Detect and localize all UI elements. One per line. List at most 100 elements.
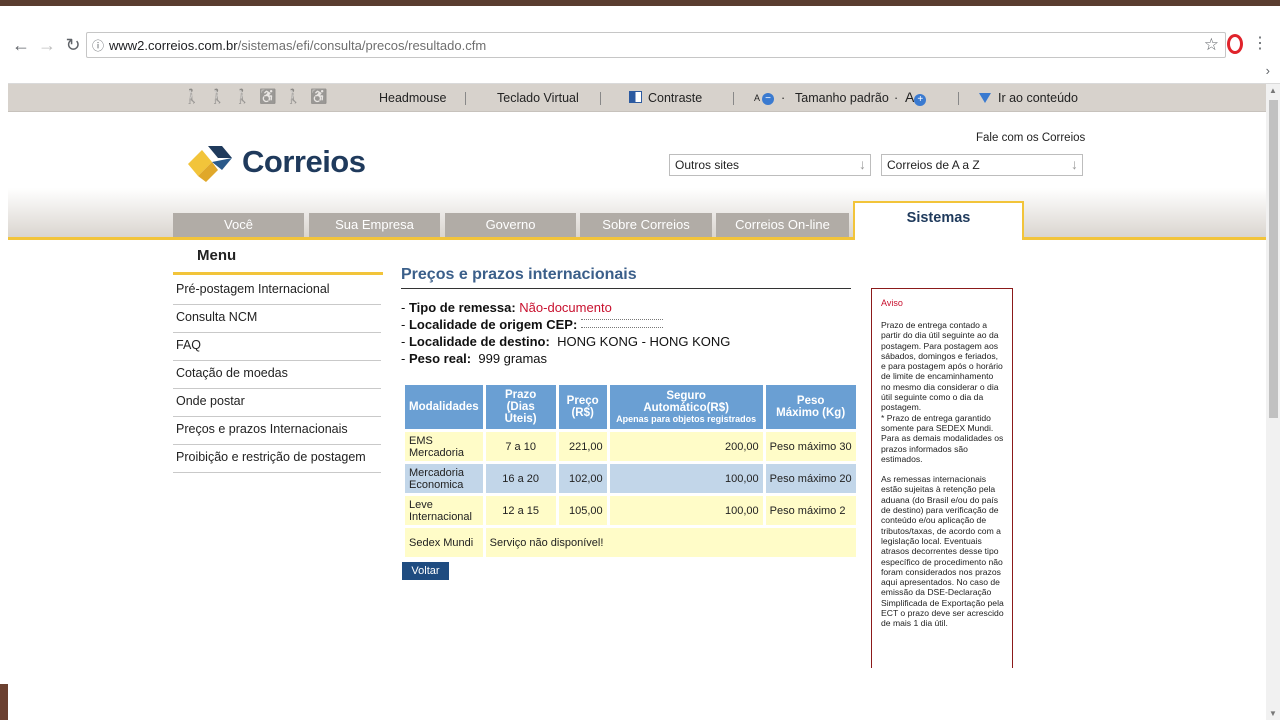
default-size-link[interactable]: Tamanho padrão [795,91,889,105]
family-icon: 🚶 [233,88,252,104]
table-row: Leve Internacional 12 a 15 105,00 100,00 … [405,496,856,525]
cell-peso: Peso máximo 30 [765,432,856,461]
wheelchair-icon: ♿ [259,88,277,104]
voltar-button[interactable]: Voltar [402,562,449,580]
arrow-down-icon [979,93,991,103]
forward-icon[interactable]: → [34,32,60,58]
ir-ao-conteudo-link[interactable]: Ir ao conteúdo [979,91,1078,105]
divider [600,92,601,105]
cell-modalidade: Mercadoria Economica [405,464,483,493]
cell-preco: 221,00 [558,432,607,461]
aviso-paragraph: As remessas internacionais estão sujeita… [881,474,1004,629]
dot-separator: · [894,91,899,105]
cell-preco: 105,00 [558,496,607,525]
cell-preco: 102,00 [558,464,607,493]
tipo-remessa-line: - Tipo de remessa: Não-documento [401,300,612,315]
col-seguro: Seguro Automático(R$) Apenas para objetos … [609,385,763,429]
cell-prazo: 16 a 20 [485,464,556,493]
cell-modalidade: Leve Internacional [405,496,483,525]
contrast-icon [629,91,642,103]
menu-underline [173,272,383,275]
aviso-text: Prazo de entrega contado a partir do dia… [881,320,1004,629]
chevron-down-icon: ↓ [859,156,866,172]
tab-sistemas[interactable]: Sistemas [853,201,1024,240]
cep-redacted [581,319,664,328]
url-text[interactable]: www2.correios.com.br/sistemas/efi/consul… [109,38,486,53]
tab-sua-empresa[interactable]: Sua Empresa [309,213,440,237]
divider [733,92,734,105]
info-icon[interactable]: ⓘ [87,37,109,54]
chevron-down-icon: ↓ [1071,156,1078,172]
menu-item-faq[interactable]: FAQ [173,333,381,361]
web-page: 🚶 🚶 🚶 ♿ 🚶 ♿ Headmouse Teclado Virtual Contras… [8,84,1266,720]
tab-strip [8,6,1280,30]
contraste-link[interactable]: Contraste [629,91,702,105]
table-header-row: Modalidades Prazo (Dias Úteis) Preço (R$) … [405,385,856,429]
browser-window: ← → ↻ ⓘ www2.correios.com.br/sistemas/ef… [8,6,1280,720]
fale-com-correios-link[interactable]: Fale com os Correios [976,132,1085,144]
correios-logo-icon [188,146,232,182]
menu-item-cotacao[interactable]: Cotação de moedas [173,361,381,389]
accessibility-people-icons: 🚶 🚶 🚶 ♿ 🚶 ♿ [183,88,328,105]
correios-a-z-select[interactable]: Correios de A a Z ↓ [881,154,1083,176]
origem-line: - Localidade de origem CEP: [401,317,664,332]
page-title: Preços e prazos internacionais [401,266,637,283]
col-modalidades: Modalidades [405,385,483,429]
menu-item-proibicao[interactable]: Proibição e restrição de postagem [173,445,381,473]
plus-icon: + [914,94,927,106]
back-icon[interactable]: ← [8,32,34,58]
table-row: Mercadoria Economica 16 a 20 102,00 100,0… [405,464,856,493]
page-scrollbar[interactable]: ▲ ▼ [1266,84,1280,720]
accessible-icon: ♿ [310,88,328,104]
cell-peso: Peso máximo 20 [765,464,856,493]
aviso-paragraph: * Prazo de entrega garantido somente par… [881,412,1004,464]
col-preco: Preço (R$) [558,385,607,429]
menu-item-onde-postar[interactable]: Onde postar [173,389,381,417]
reload-icon[interactable]: ↻ [60,32,86,58]
menu-item-precos-prazos[interactable]: Preços e prazos Internacionais [173,417,381,445]
teclado-virtual-link[interactable]: Teclado Virtual [497,91,579,105]
cell-seguro: 200,00 [609,432,763,461]
correios-logo[interactable]: Correios [186,142,366,182]
table-row: EMS Mercadoria 7 a 10 221,00 200,00 Peso … [405,432,856,461]
prices-table: Modalidades Prazo (Dias Úteis) Preço (R$) … [402,382,859,560]
scroll-down-icon[interactable]: ▼ [1269,709,1277,718]
logo-text: Correios [242,144,366,179]
address-bar[interactable]: ⓘ www2.correios.com.br/sistemas/efi/cons… [86,32,1226,58]
aviso-box: Aviso Prazo de entrega contado a partir … [871,288,1013,668]
col-peso: Peso Máximo (Kg) [765,385,856,429]
menu-icon[interactable]: ⋮ [1252,33,1268,53]
correios-a-z-value: Correios de A a Z [887,158,980,172]
bookmarks-bar: › [8,60,1280,84]
tab-correios-online[interactable]: Correios On-line [716,213,849,237]
tab-sobre-correios[interactable]: Sobre Correios [580,213,712,237]
destino-line: - Localidade de destino: HONG KONG - HON… [401,334,731,349]
outros-sites-select[interactable]: Outros sites ↓ [669,154,871,176]
increase-font-button[interactable]: A + [905,89,927,106]
cell-seguro: 100,00 [609,464,763,493]
desktop-edge [0,684,8,720]
menu-item-consulta-ncm[interactable]: Consulta NCM [173,305,381,333]
bookmark-star-icon[interactable]: ☆ [1204,35,1219,55]
table-row: Sedex Mundi Serviço não disponível! [405,528,856,557]
title-divider [401,288,851,289]
tab-governo[interactable]: Governo [445,213,576,237]
opera-icon[interactable] [1227,34,1243,54]
divider [958,92,959,105]
headmouse-link[interactable]: Headmouse [379,91,446,105]
col-prazo: Prazo (Dias Úteis) [485,385,556,429]
person-icon: 🚶 [183,88,201,104]
accessibility-bar: 🚶 🚶 🚶 ♿ 🚶 ♿ Headmouse Teclado Virtual Contras… [8,84,1266,112]
minus-icon: − [762,93,775,105]
scroll-thumb[interactable] [1269,100,1278,418]
tabs-underline [8,237,1266,240]
browser-toolbar: ← → ↻ ⓘ www2.correios.com.br/sistemas/ef… [8,30,1280,60]
chevron-right-icon[interactable]: › [1266,63,1270,78]
peso-line: - Peso real: 999 gramas [401,351,548,366]
menu-item-pre-postagem[interactable]: Pré-postagem Internacional [173,277,381,305]
tab-voce[interactable]: Você [173,213,304,237]
scroll-up-icon[interactable]: ▲ [1269,86,1277,95]
decrease-font-button[interactable]: A − [754,93,775,105]
cell-prazo: 7 a 10 [485,432,556,461]
menu-title: Menu [197,247,237,264]
